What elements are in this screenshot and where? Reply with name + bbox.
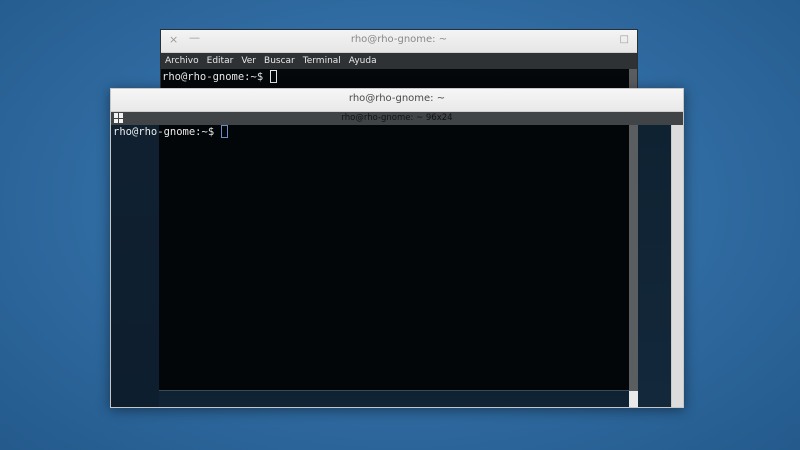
front-text-cursor — [221, 125, 229, 138]
menu-buscar[interactable]: Buscar — [264, 56, 295, 66]
terminal-left-region — [111, 125, 159, 407]
back-window-title: rho@rho-gnome: ~ — [350, 34, 448, 45]
back-text-cursor — [270, 70, 278, 83]
menu-editar[interactable]: Editar — [207, 56, 234, 66]
terminal-main-region[interactable] — [159, 125, 629, 391]
front-window-title: rho@rho-gnome: ~ — [348, 93, 446, 104]
front-prompt-line: rho@rho-gnome:~$ — [113, 125, 229, 138]
back-prompt-text: rho@rho-gnome:~$ — [162, 70, 270, 83]
terminal-right-region — [638, 125, 672, 407]
back-window-titlebar[interactable]: × — rho@rho-gnome: ~ □ — [161, 30, 637, 53]
terminal-size-label: rho@rho-gnome: ~ 96x24 — [341, 113, 453, 123]
maximize-icon[interactable]: □ — [620, 33, 629, 47]
terminal-bottom-region — [159, 391, 629, 407]
menubar: Archivo Editar Ver Buscar Terminal Ayuda — [161, 53, 637, 69]
front-terminal-body[interactable]: rho@rho-gnome:~$ — [111, 125, 683, 407]
terminal-inner-scrollbar[interactable] — [629, 125, 638, 391]
front-scrollbar[interactable] — [671, 125, 683, 407]
back-prompt-line: rho@rho-gnome:~$ — [161, 69, 629, 83]
menu-ver[interactable]: Ver — [241, 56, 256, 66]
front-prompt-text: rho@rho-gnome:~$ — [113, 125, 221, 138]
menu-archivo[interactable]: Archivo — [165, 56, 199, 66]
front-terminal-window[interactable]: rho@rho-gnome: ~ rho@rho-gnome: ~ 96x24 … — [110, 88, 684, 408]
front-prompt-area: rho@rho-gnome:~$ — [113, 125, 229, 138]
terminal-size-bar: rho@rho-gnome: ~ 96x24 — [111, 112, 683, 125]
front-window-titlebar[interactable]: rho@rho-gnome: ~ — [111, 89, 683, 112]
menu-terminal[interactable]: Terminal — [303, 56, 341, 66]
menu-ayuda[interactable]: Ayuda — [349, 56, 377, 66]
